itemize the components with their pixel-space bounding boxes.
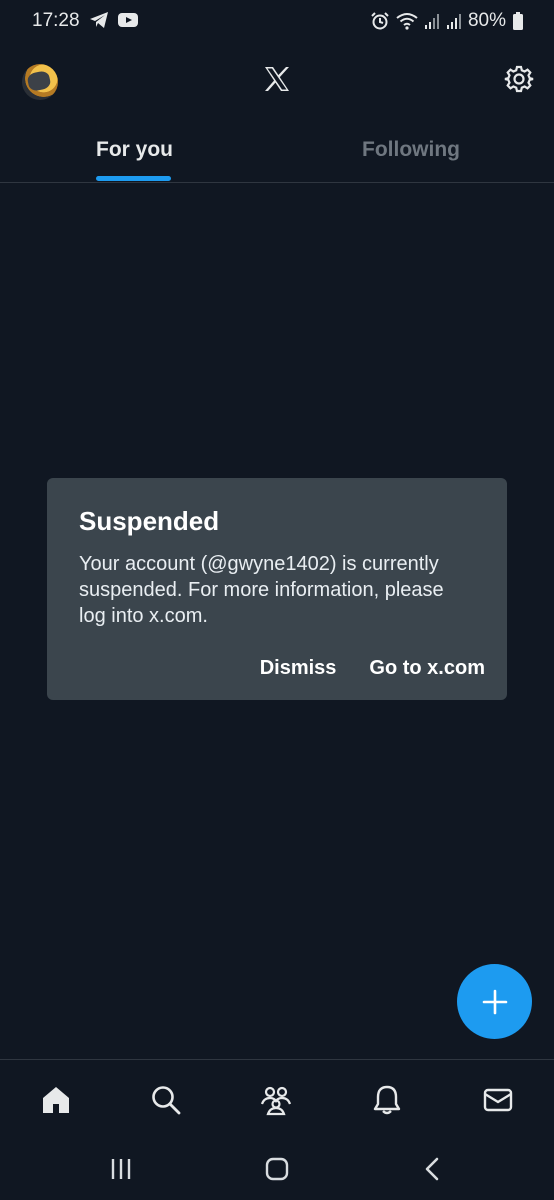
bottom-navigation [0, 1059, 554, 1140]
x-logo-icon [265, 67, 289, 91]
dialog-message: Your account (@gwyne1402) is currently s… [79, 553, 444, 627]
status-time: 17:28 [32, 10, 80, 31]
profile-avatar[interactable] [22, 64, 58, 100]
wifi-icon [396, 13, 418, 30]
home-icon[interactable] [40, 1084, 72, 1116]
status-bar: 17:28 80% [0, 0, 554, 44]
back-icon[interactable] [420, 1156, 446, 1182]
youtube-icon [118, 13, 138, 27]
timeline-tabs: For you Following [0, 124, 554, 183]
messages-icon[interactable] [482, 1084, 514, 1116]
signal-icon [424, 14, 439, 29]
telegram-icon [90, 12, 108, 28]
battery-icon [513, 12, 523, 30]
dialog-title: Suspended [79, 506, 220, 536]
go-to-x-button[interactable]: Go to x.com [369, 657, 485, 680]
notifications-icon[interactable] [371, 1084, 403, 1116]
plus-icon [482, 989, 507, 1014]
gear-icon[interactable] [504, 64, 534, 94]
home-button-icon[interactable] [264, 1156, 290, 1182]
compose-post-button[interactable] [457, 964, 532, 1039]
system-navigation-bar [0, 1140, 554, 1200]
signal-icon [446, 14, 461, 29]
communities-icon[interactable] [260, 1084, 292, 1116]
alarm-icon [371, 12, 389, 30]
dismiss-button[interactable]: Dismiss [260, 657, 337, 680]
active-tab-indicator [96, 176, 171, 181]
recent-apps-icon[interactable] [108, 1156, 134, 1182]
tab-for-you[interactable]: For you [96, 138, 173, 162]
search-icon[interactable] [150, 1084, 182, 1116]
tab-following[interactable]: Following [362, 138, 460, 162]
suspended-dialog: Suspended Your account (@gwyne1402) is c… [47, 478, 507, 700]
dialog-actions: Dismiss Go to x.com [260, 657, 485, 680]
battery-percent: 80% [467, 10, 506, 31]
